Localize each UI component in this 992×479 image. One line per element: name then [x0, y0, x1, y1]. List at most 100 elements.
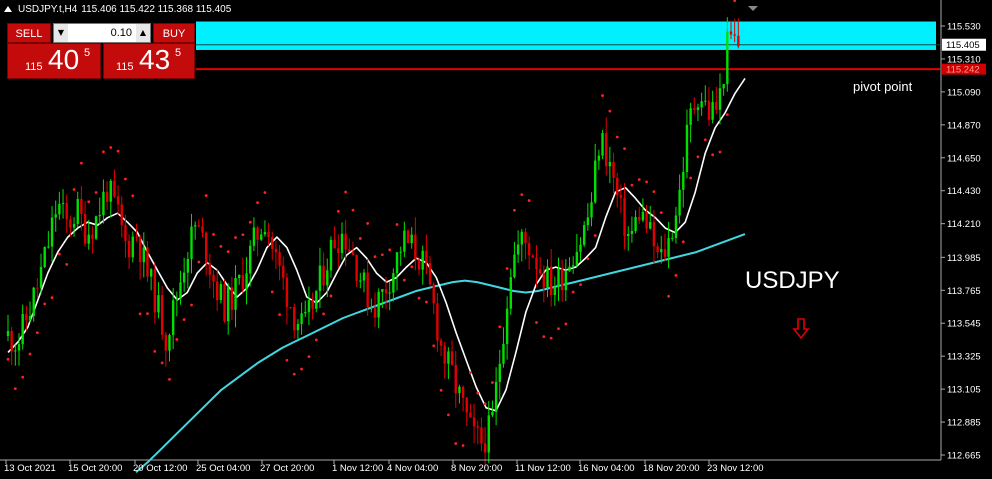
sar-dot [630, 183, 634, 187]
sar-dot [278, 313, 281, 317]
collapse-triangle-icon[interactable] [4, 6, 12, 12]
bull-candle [149, 269, 153, 277]
bear-candle [348, 249, 351, 252]
bear-candle [153, 269, 156, 313]
bear-candle [384, 289, 388, 294]
bull-candle [50, 217, 54, 247]
bear-candle [83, 213, 87, 244]
sell-button[interactable]: SELL [7, 23, 51, 43]
bear-candle [414, 234, 417, 260]
sar-dot [314, 338, 318, 342]
sar-dot [190, 303, 193, 307]
bull-candle [260, 234, 263, 240]
sar-dot [454, 442, 458, 445]
bear-candle [443, 345, 446, 364]
bull-candle [685, 124, 689, 172]
bear-candle [124, 224, 127, 241]
bear-candle [285, 277, 289, 308]
bear-candle [619, 194, 623, 198]
x-tick-label: 1 Nov 12:00 [332, 463, 383, 474]
bull-candle [579, 244, 582, 252]
bull-candle [403, 230, 406, 252]
bull-candle [28, 316, 32, 321]
sar-dot [226, 250, 230, 254]
chart-header: USDJPY.t,H4 115.406 115.422 115.368 115.… [4, 2, 231, 16]
bull-candle [568, 266, 571, 272]
bear-candle [230, 287, 234, 310]
bear-candle [91, 234, 94, 239]
sar-dot [292, 372, 296, 376]
bull-candle [513, 254, 516, 278]
bear-candle [663, 249, 667, 257]
bull-candle [674, 215, 678, 238]
sar-dot [601, 94, 604, 97]
sar-dot [182, 318, 186, 321]
sar-dot [35, 331, 39, 335]
pivot-point-label: pivot point [853, 79, 913, 94]
one-click-trading-panel: SELL ▼ 0.10 ▲ BUY 115 40 5 115 43 5 [7, 23, 195, 79]
bull-candle [395, 252, 399, 274]
bear-candle [25, 313, 28, 321]
bear-candle [524, 231, 527, 244]
bull-candle [186, 258, 190, 273]
sar-dot [402, 278, 406, 282]
bull-candle [296, 323, 300, 331]
sar-dot [520, 193, 524, 197]
bull-candle [381, 289, 384, 292]
sar-dot [300, 367, 303, 371]
bear-candle [135, 236, 138, 238]
sar-dot [447, 413, 450, 417]
bear-candle [428, 262, 432, 285]
bull-candle [582, 225, 586, 245]
sar-dot [513, 208, 516, 212]
sar-dot [248, 220, 252, 224]
lot-size-field[interactable]: ▼ 0.10 ▲ [53, 23, 151, 43]
x-tick-label: 23 Nov 12:00 [707, 463, 764, 474]
sar-dot [505, 267, 509, 270]
x-tick-label: 13 Oct 2021 [4, 463, 56, 474]
sar-dot [549, 336, 553, 340]
bear-candle [605, 132, 608, 167]
bear-candle [322, 265, 325, 286]
bull-candle [498, 363, 501, 382]
bear-candle [10, 331, 13, 352]
y-tick-label: 113.765 [947, 286, 981, 297]
bull-candle [329, 239, 333, 271]
bull-candle [718, 88, 722, 110]
bear-candle [406, 230, 410, 244]
bull-candle [54, 214, 57, 218]
bear-candle [638, 216, 641, 221]
bear-candle [127, 240, 131, 258]
bull-candle [252, 227, 256, 246]
sar-dot [72, 188, 76, 191]
lot-size-value[interactable]: 0.10 [68, 27, 136, 39]
lot-decrease-icon[interactable]: ▼ [54, 24, 68, 42]
bull-candle [21, 313, 24, 345]
sar-dot [645, 180, 648, 184]
sar-dot [659, 211, 663, 215]
bear-candle [549, 266, 553, 296]
sar-dot [681, 240, 685, 244]
lot-increase-icon[interactable]: ▲ [136, 24, 150, 42]
sell-price-prefix: 115 [25, 61, 43, 73]
x-tick-label: 20 Oct 12:00 [133, 463, 187, 474]
sar-dot [483, 402, 487, 406]
sell-price-button[interactable]: 115 40 5 [7, 43, 101, 79]
buy-button[interactable]: BUY [153, 23, 195, 43]
bull-candle [43, 247, 46, 267]
buy-price-main: 43 [139, 44, 171, 75]
bull-candle [516, 244, 520, 255]
sar-dot [212, 233, 215, 236]
bull-candle [502, 343, 505, 364]
bull-candle [14, 350, 17, 352]
bear-candle [146, 247, 149, 277]
sar-dot [417, 296, 421, 300]
bull-candle [726, 31, 729, 85]
bear-candle [472, 417, 476, 427]
sar-dot [87, 200, 91, 204]
sar-dot [285, 358, 289, 362]
buy-price-button[interactable]: 115 43 5 [103, 43, 195, 79]
y-tick-label: 115.530 [947, 22, 981, 33]
sar-dot [476, 391, 480, 395]
bear-candle [366, 272, 369, 308]
